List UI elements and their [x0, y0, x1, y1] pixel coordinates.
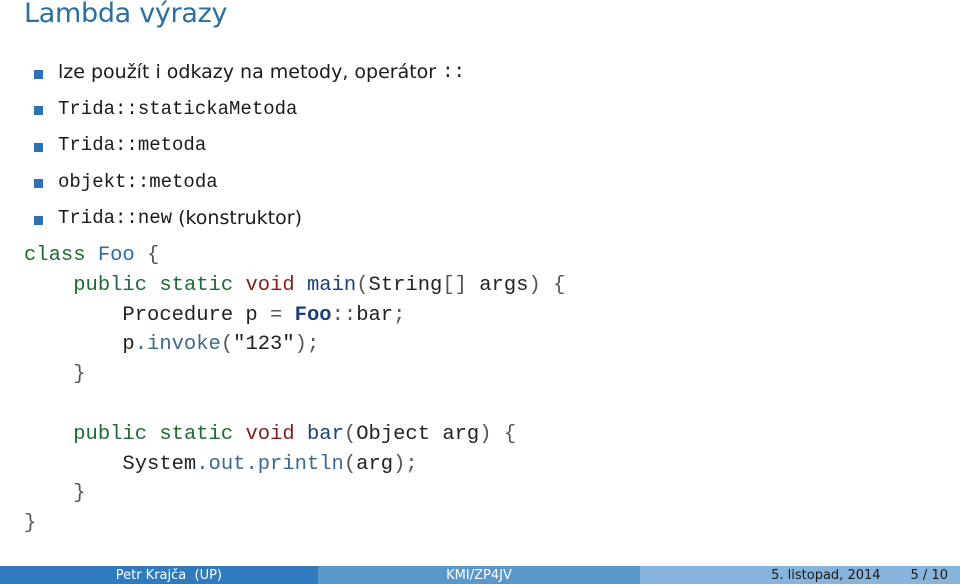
code-token: String [368, 273, 443, 297]
code-line: } [24, 479, 565, 509]
code-token: = [270, 303, 283, 327]
code-token: bar [307, 422, 344, 446]
code-line: Procedure p = Foo::bar; [24, 301, 565, 331]
code-line: class Foo { [24, 241, 565, 271]
bullet-text: :: [442, 61, 465, 84]
bullet-item: Trida::metoda [34, 127, 465, 164]
code-token: Foo [97, 244, 135, 267]
bullet-text: lze použít i odkazy na metody, operátor [58, 61, 443, 84]
code-token: void [245, 422, 295, 446]
bullet-text: Trida::statickaMetoda [58, 97, 298, 120]
code-token: } [24, 363, 86, 387]
code-token: { [134, 244, 160, 267]
code-token: args [466, 273, 529, 297]
code-line: public static void main(String[] args) { [24, 271, 565, 301]
footer-course-section: KMI/ZP4JV [318, 566, 640, 584]
code-token: ) { [479, 422, 517, 446]
code-token: ; [393, 303, 406, 327]
code-token: ) { [528, 273, 566, 297]
bullet-list: lze použít i odkazy na metody, operátor … [34, 54, 465, 237]
square-bullet-icon [34, 69, 43, 79]
bullet-item: Trida::statickaMetoda [34, 91, 465, 128]
code-block: class Foo { public static void main(Stri… [24, 241, 565, 539]
code-token: ( [343, 422, 357, 446]
code-token: main [307, 273, 357, 297]
code-token: class [24, 244, 86, 267]
bullet-text: Trida::metoda [58, 134, 207, 157]
code-token: System [24, 452, 197, 476]
code-token: .invoke [134, 333, 221, 357]
code-token: static [159, 273, 234, 297]
footer-info-section: 5. listopad, 2014 5 / 10 [640, 566, 960, 584]
footer-course: KMI/ZP4JV [446, 567, 512, 583]
footer-bar: Petr Krajča (UP) KMI/ZP4JV 5. listopad, … [0, 566, 960, 584]
code-token: ); [294, 333, 320, 357]
code-token: :: [331, 303, 357, 327]
code-token: "123" [233, 333, 295, 357]
bullet-text: Trida::new [58, 207, 173, 230]
footer-page-number: 5 / 10 [910, 567, 948, 583]
code-token: ( [356, 273, 369, 297]
square-bullet-icon [34, 179, 43, 189]
bullet-text: (konstruktor) [172, 207, 302, 230]
code-line: } [24, 360, 565, 390]
code-token: ); [393, 452, 418, 476]
square-bullet-icon [34, 142, 43, 152]
code-token: public [73, 273, 148, 297]
code-token: bar [356, 303, 394, 327]
code-token: static [159, 422, 234, 446]
code-line: public static void bar(Object arg) { [24, 420, 565, 450]
code-token: p [24, 333, 135, 357]
slide-title: Lambda výrazy [24, 0, 228, 29]
code-token: Object arg [356, 422, 480, 446]
square-bullet-icon [34, 106, 43, 116]
code-token: } [24, 482, 86, 506]
code-line: System.out.println(arg); [24, 450, 565, 480]
code-token: arg [356, 452, 394, 476]
code-token: public [73, 422, 148, 446]
code-token: ( [343, 452, 357, 476]
bullet-text: objekt::metoda [58, 170, 218, 193]
code-line: p.invoke("123"); [24, 330, 565, 360]
footer-author: Petr Krajča (UP) [115, 567, 222, 583]
code-line: } [24, 509, 565, 539]
code-token: void [245, 273, 295, 297]
code-token: .out.println [196, 452, 344, 476]
code-token: } [24, 512, 37, 536]
square-bullet-icon [34, 215, 43, 225]
bullet-item: objekt::metoda [34, 164, 465, 201]
code-token: Foo [294, 303, 332, 327]
code-token: [] [442, 273, 467, 297]
code-token: Procedure p [24, 303, 271, 327]
bullet-item: lze použít i odkazy na metody, operátor … [34, 54, 465, 91]
footer-author-section: Petr Krajča (UP) [0, 566, 318, 584]
bullet-item: Trida::new (konstruktor) [34, 200, 465, 237]
footer-date: 5. listopad, 2014 [771, 567, 881, 583]
code-token: ( [220, 333, 234, 357]
